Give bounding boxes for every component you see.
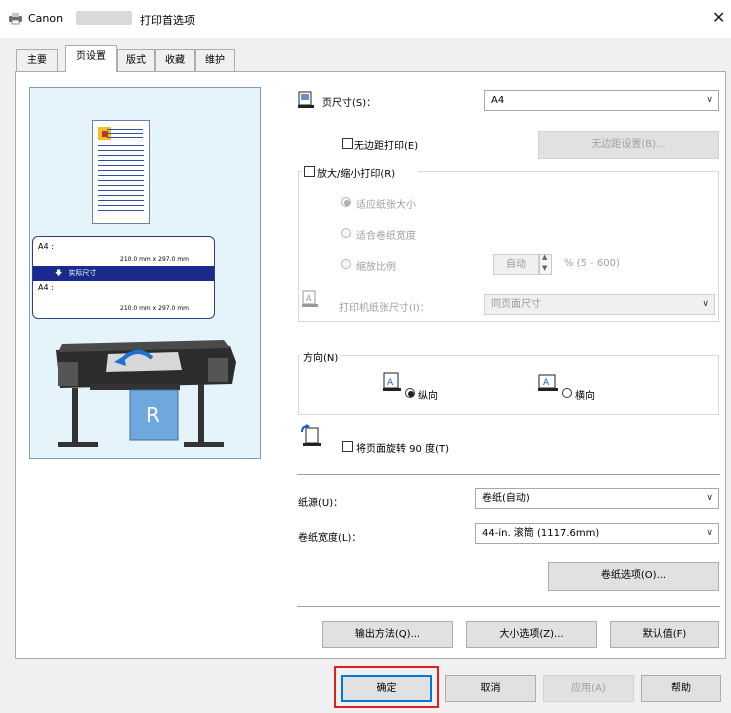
- chevron-down-icon: ∨: [706, 493, 713, 503]
- tab-page-setup[interactable]: 页设置: [65, 45, 117, 72]
- page-size-select[interactable]: A4 ∨: [484, 90, 719, 111]
- window-title-brand: Canon: [28, 12, 64, 25]
- roll-width-select[interactable]: 44-in. 滚筒 (1117.6mm) ∨: [475, 523, 719, 544]
- tab-main[interactable]: 主要: [16, 49, 58, 71]
- tab-favorites-label: 收藏: [165, 55, 185, 66]
- portrait-radio[interactable]: [405, 388, 415, 398]
- rotate-90-label: 将页面旋转 90 度(T): [356, 444, 449, 455]
- separator: [297, 606, 720, 607]
- landscape-label: 横向: [575, 391, 595, 402]
- window-title: 打印首选项: [140, 14, 195, 27]
- tab-layout-label: 版式: [126, 55, 146, 66]
- size-options-button[interactable]: 大小选项(Z)...: [466, 621, 597, 648]
- cancel-label: 取消: [480, 683, 501, 694]
- printer-app-icon: [9, 13, 22, 25]
- rotate-90-checkbox[interactable]: [342, 441, 353, 452]
- size-to-label: A4 :: [38, 283, 54, 292]
- close-icon[interactable]: ✕: [712, 8, 725, 27]
- large-format-printer-illustration: R: [56, 340, 236, 447]
- scale-value: 自动: [506, 259, 526, 270]
- borderless-settings-button[interactable]: 无边距设置(B)...: [538, 131, 719, 159]
- scale-range-text: % (5 - 600): [564, 258, 620, 269]
- size-from-value: 210.0 mm x 297.0 mm: [120, 256, 189, 263]
- fit-to-paper-label: 适应纸张大小: [356, 200, 416, 211]
- svg-text:A: A: [387, 378, 394, 388]
- chevron-down-icon: ∨: [706, 528, 713, 538]
- tab-maintenance[interactable]: 维护: [195, 49, 235, 71]
- scale-mode-label: 实际尺寸: [68, 269, 97, 277]
- borderless-checkbox[interactable]: [342, 138, 353, 149]
- scale-spinner[interactable]: ▲ ▼: [539, 253, 552, 275]
- apply-button[interactable]: 应用(A): [543, 675, 634, 702]
- svg-text:R: R: [146, 403, 160, 427]
- roll-options-label: 卷纸选项(O)...: [600, 570, 667, 581]
- scale-value-input[interactable]: 自动: [493, 254, 539, 275]
- scaling-checkbox[interactable]: [304, 166, 315, 177]
- output-method-button[interactable]: 输出方法(Q)...: [322, 621, 453, 648]
- landscape-radio[interactable]: [562, 388, 572, 398]
- help-button[interactable]: 帮助: [641, 675, 721, 702]
- page-size-value: A4: [491, 95, 505, 106]
- spin-down-icon: ▼: [542, 264, 548, 272]
- spin-up-icon: ▲: [542, 253, 548, 261]
- size-to-value: 210.0 mm x 297.0 mm: [120, 305, 189, 312]
- scale-arrow-bar: 🡇 实际尺寸: [33, 266, 214, 281]
- scaling-label: 放大/缩小打印(R): [317, 169, 396, 180]
- printer-paper-size-icon: A: [302, 290, 318, 307]
- scale-ratio-radio[interactable]: [341, 259, 351, 269]
- tab-main-label: 主要: [27, 55, 47, 66]
- apply-label: 应用(A): [571, 683, 606, 694]
- cancel-button[interactable]: 取消: [445, 675, 536, 702]
- defaults-label: 默认值(F): [642, 629, 687, 640]
- fit-to-paper-radio[interactable]: [341, 197, 351, 207]
- scaling-header: 放大/缩小打印(R) .: [302, 163, 418, 180]
- borderless-settings-label: 无边距设置(B)...: [591, 139, 666, 150]
- fit-roll-width-label: 适合卷纸宽度: [356, 231, 416, 242]
- svg-text:A: A: [306, 294, 312, 303]
- orientation-group: [298, 355, 719, 415]
- tab-favorites[interactable]: 收藏: [155, 49, 195, 71]
- page-size-icon: [298, 91, 314, 108]
- landscape-icon: A: [538, 374, 558, 391]
- svg-text:A: A: [543, 378, 550, 388]
- tab-page-setup-label: 页设置: [76, 51, 106, 62]
- paper-source-value: 卷纸(自动): [482, 493, 530, 504]
- printer-paper-size-value: 同页面尺寸: [491, 299, 541, 310]
- chevron-down-icon: ∨: [706, 95, 713, 105]
- roll-width-label: 卷纸宽度(L)：: [298, 533, 362, 544]
- output-method-label: 输出方法(Q)...: [354, 629, 421, 640]
- separator: [297, 474, 720, 475]
- title-model-blur: [76, 11, 132, 25]
- fit-roll-width-radio[interactable]: [341, 228, 351, 238]
- title-bar: Canon 打印首选项 ✕: [0, 0, 731, 38]
- borderless-label: 无边距打印(E): [354, 141, 419, 152]
- size-options-label: 大小选项(Z)...: [499, 629, 564, 640]
- printer-paper-size-label: 打印机纸张尺寸(I)：: [339, 303, 430, 314]
- ok-highlight-box: [334, 666, 439, 708]
- orientation-label: 方向(N): [300, 349, 342, 364]
- scale-ratio-label: 缩放比例: [356, 262, 396, 273]
- help-label: 帮助: [671, 683, 691, 694]
- paper-source-select[interactable]: 卷纸(自动) ∨: [475, 488, 719, 509]
- defaults-button[interactable]: 默认值(F): [610, 621, 719, 648]
- tab-layout[interactable]: 版式: [117, 49, 155, 71]
- paper-source-label: 纸源(U)：: [298, 498, 344, 509]
- portrait-icon: A: [383, 372, 401, 391]
- arrow-down-icon: 🡇: [55, 269, 63, 277]
- page-size-label: 页尺寸(S)：: [322, 98, 377, 109]
- roll-width-value: 44-in. 滚筒 (1117.6mm): [482, 528, 600, 539]
- size-from-label: A4 :: [38, 242, 54, 251]
- roll-options-button[interactable]: 卷纸选项(O)...: [548, 562, 719, 591]
- chevron-down-icon: ∨: [702, 299, 709, 309]
- rotate-page-icon: [301, 424, 321, 446]
- tab-maintenance-label: 维护: [205, 55, 225, 66]
- page-preview-icon: [92, 120, 150, 224]
- printer-paper-size-select[interactable]: 同页面尺寸 ∨: [484, 294, 715, 315]
- portrait-label: 纵向: [418, 391, 438, 402]
